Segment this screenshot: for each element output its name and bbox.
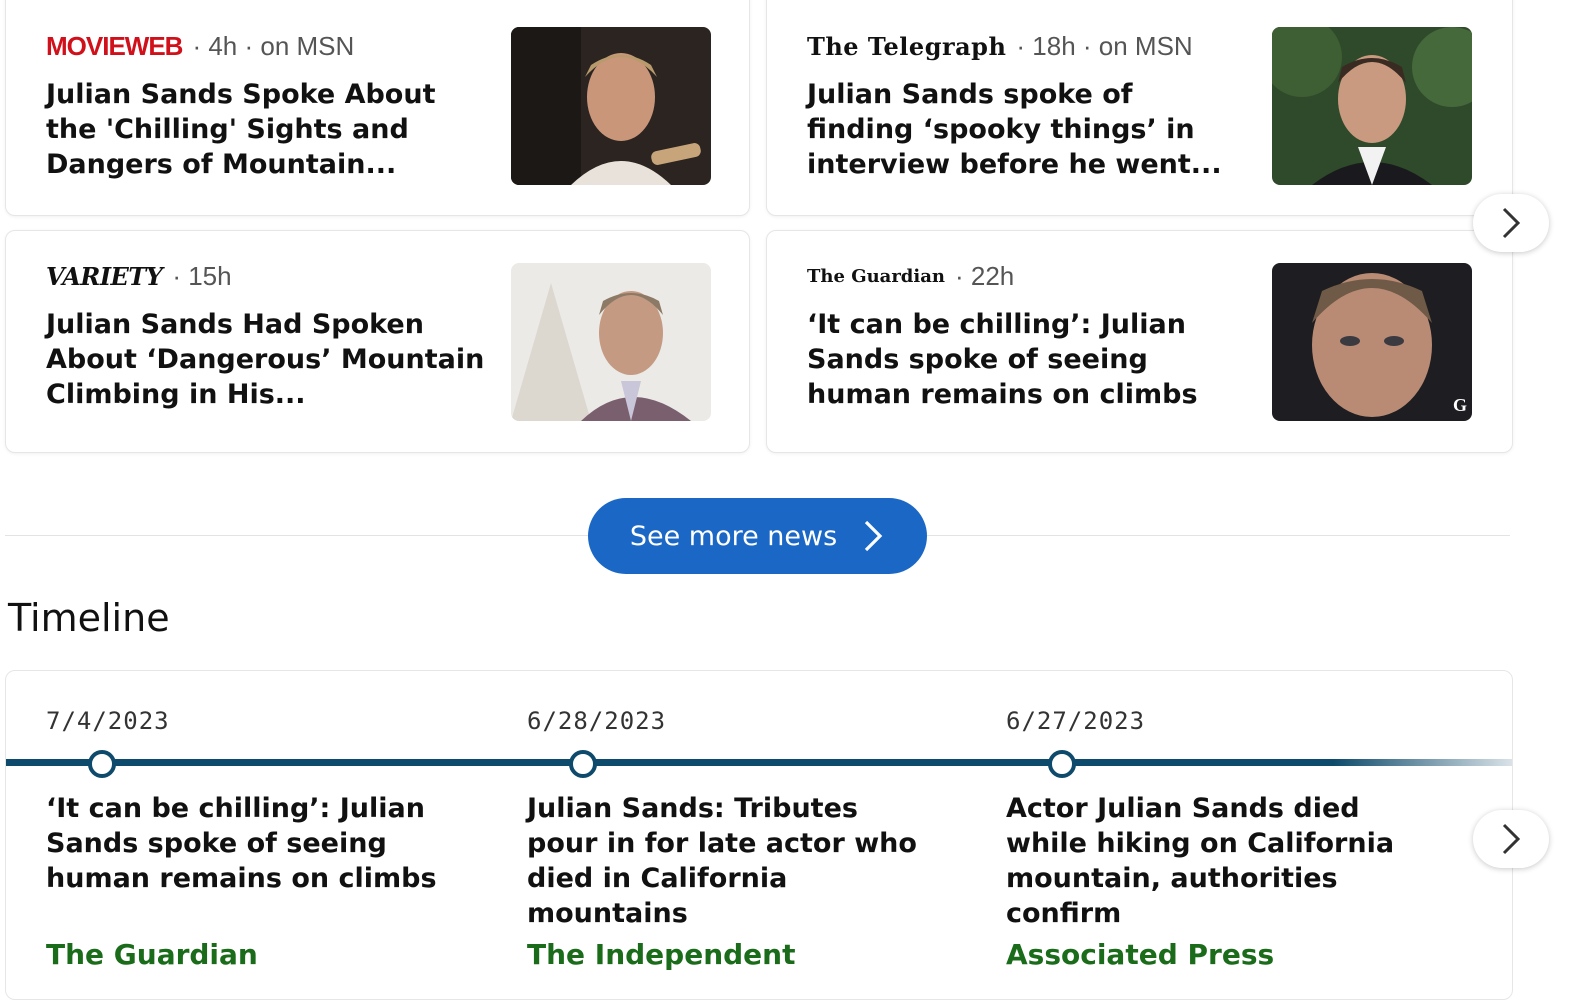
news-source-line: The Guardian · 22h <box>807 261 1014 292</box>
see-more-news-button[interactable]: See more news <box>588 498 927 574</box>
timeline-headline[interactable]: Julian Sands: Tributes pour in for late … <box>527 791 937 931</box>
timeline-headline[interactable]: ‘It can be chilling’: Julian Sands spoke… <box>46 791 456 896</box>
news-thumbnail[interactable] <box>1272 27 1472 185</box>
svg-text:G: G <box>1453 395 1467 415</box>
news-card[interactable]: MOVIEWEB · 4h · on MSN Julian Sands Spok… <box>5 0 750 216</box>
timeline-source[interactable]: The Independent <box>527 938 795 971</box>
news-thumbnail[interactable] <box>511 27 711 185</box>
chevron-right-icon <box>1502 823 1521 855</box>
news-headline[interactable]: Julian Sands spoke of finding ‘spooky th… <box>807 77 1247 182</box>
timeline-title: Timeline <box>8 596 170 640</box>
source-logo: The Guardian <box>807 266 945 287</box>
source-logo: The Telegraph <box>807 32 1007 61</box>
news-meta: · 15h <box>172 261 232 291</box>
news-thumbnail-image: G <box>1272 263 1472 421</box>
timeline-date: 6/27/2023 <box>1006 707 1146 735</box>
news-thumbnail-image <box>511 27 711 185</box>
news-thumbnail-image <box>511 263 711 421</box>
timeline-headline[interactable]: Actor Julian Sands died while hiking on … <box>1006 791 1416 931</box>
timeline-dot <box>1048 750 1076 778</box>
news-headline[interactable]: Julian Sands Spoke About the 'Chilling' … <box>46 77 486 182</box>
news-card[interactable]: The Guardian · 22h ‘It can be chilling’:… <box>766 230 1513 453</box>
news-card[interactable]: VARIETY · 15h Julian Sands Had Spoken Ab… <box>5 230 750 453</box>
news-thumbnail[interactable]: G <box>1272 263 1472 421</box>
chevron-right-icon <box>1502 207 1521 239</box>
news-source-line: The Telegraph · 18h · on MSN <box>807 31 1193 62</box>
source-logo: MOVIEWEB <box>46 31 183 61</box>
news-meta: · 4h · on MSN <box>192 31 355 61</box>
news-card[interactable]: The Telegraph · 18h · on MSN Julian Sand… <box>766 0 1513 216</box>
timeline-date: 6/28/2023 <box>527 707 667 735</box>
see-more-label: See more news <box>629 520 838 552</box>
timeline-carousel-next-button[interactable] <box>1473 810 1549 868</box>
timeline-dot <box>88 750 116 778</box>
timeline-date: 7/4/2023 <box>46 707 170 735</box>
news-source-line: MOVIEWEB · 4h · on MSN <box>46 31 354 62</box>
timeline-source[interactable]: Associated Press <box>1006 938 1274 971</box>
source-logo: VARIETY <box>46 262 163 291</box>
timeline-dot <box>569 750 597 778</box>
timeline-card: 7/4/2023 ‘It can be chilling’: Julian Sa… <box>5 670 1513 1000</box>
news-carousel-next-button[interactable] <box>1473 194 1549 252</box>
news-meta: · 18h · on MSN <box>1016 31 1193 61</box>
chevron-right-icon <box>861 519 885 553</box>
news-thumbnail-image <box>1272 27 1472 185</box>
news-headline[interactable]: ‘It can be chilling’: Julian Sands spoke… <box>807 307 1237 412</box>
news-meta: · 22h <box>954 261 1015 291</box>
news-source-line: VARIETY · 15h <box>46 261 232 292</box>
timeline-track <box>6 759 1512 766</box>
news-headline[interactable]: Julian Sands Had Spoken About ‘Dangerous… <box>46 307 486 412</box>
news-thumbnail[interactable] <box>511 263 711 421</box>
timeline-source[interactable]: The Guardian <box>46 938 258 971</box>
